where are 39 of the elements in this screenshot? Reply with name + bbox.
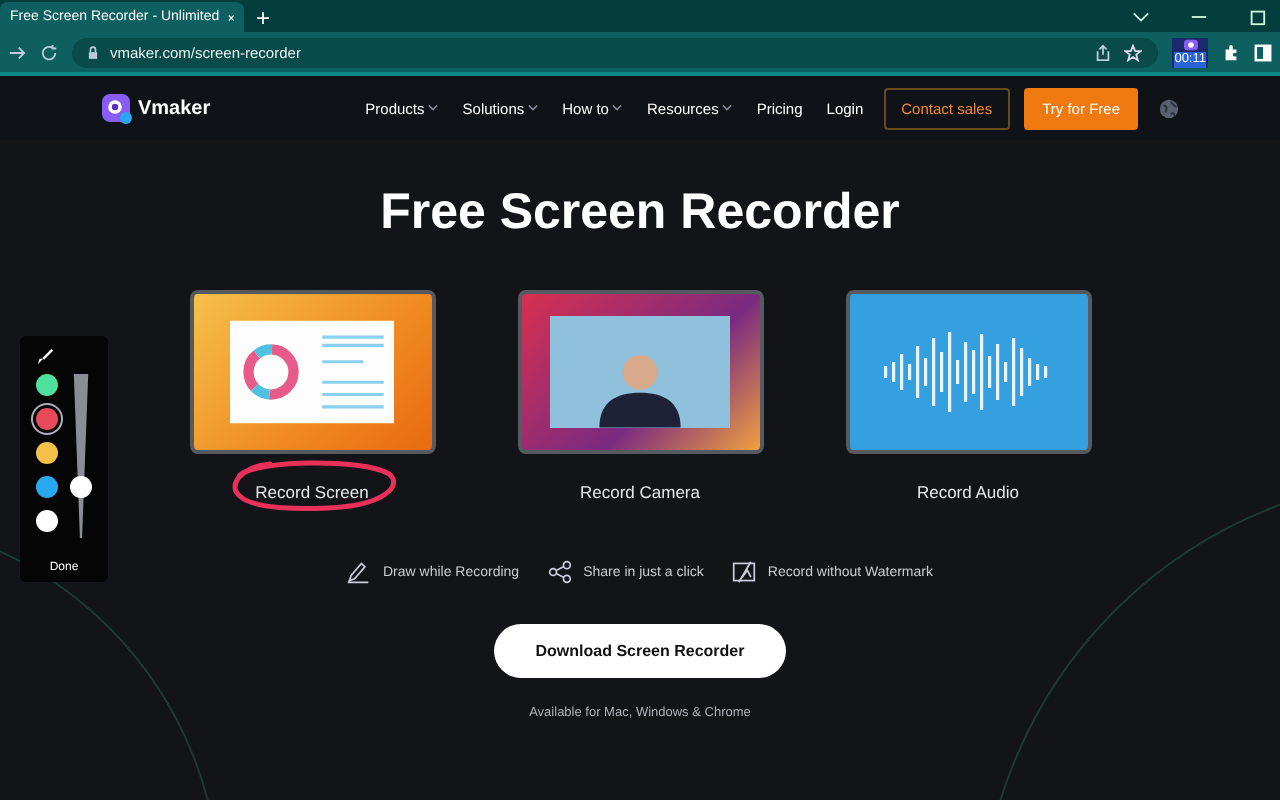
caret-icon[interactable] xyxy=(528,104,539,112)
share-icon[interactable] xyxy=(1094,43,1113,61)
color-swatch[interactable] xyxy=(36,476,58,498)
camera-icon xyxy=(1181,37,1200,51)
pen-icon xyxy=(346,560,371,584)
caret-icon[interactable] xyxy=(612,104,623,112)
brush-size-slider[interactable] xyxy=(70,374,92,538)
sidebar-icon[interactable] xyxy=(1254,43,1272,61)
globe-icon[interactable] xyxy=(1158,97,1180,119)
recorder-option-card[interactable] xyxy=(517,290,763,454)
color-swatch[interactable] xyxy=(36,510,58,532)
recorder-option-card[interactable] xyxy=(189,290,435,454)
no-watermark-icon xyxy=(731,560,756,584)
color-swatch[interactable] xyxy=(36,442,58,464)
slider-thumb[interactable] xyxy=(70,476,92,499)
caret-icon[interactable] xyxy=(722,104,733,112)
chevron-down-icon[interactable] xyxy=(1132,8,1150,26)
caret-icon[interactable] xyxy=(428,104,439,112)
lock-icon xyxy=(88,45,98,59)
download-button[interactable]: Download Screen Recorder xyxy=(494,624,786,678)
sound-wave-icon xyxy=(884,328,1052,416)
color-swatch[interactable] xyxy=(36,408,58,430)
page-title: Free Screen Recorder xyxy=(380,184,900,242)
logo-icon[interactable] xyxy=(100,92,132,124)
share-icon xyxy=(547,560,572,584)
close-icon[interactable] xyxy=(227,11,234,23)
option-label[interactable]: Record Camera xyxy=(580,482,700,502)
star-icon[interactable] xyxy=(1124,43,1143,61)
option-label[interactable]: Record Screen xyxy=(255,482,369,502)
restore-icon[interactable] xyxy=(1248,8,1266,26)
brand-name[interactable]: Vmaker xyxy=(138,97,211,119)
recorder-option-card[interactable] xyxy=(845,290,1091,454)
forward-arrow-icon[interactable] xyxy=(8,43,26,61)
puzzle-icon[interactable] xyxy=(1222,43,1240,61)
option-label[interactable]: Record Audio xyxy=(916,482,1020,502)
brush-icon[interactable] xyxy=(36,348,54,366)
new-tab-button[interactable]: + xyxy=(256,4,271,32)
reload-icon[interactable] xyxy=(40,43,58,61)
color-swatch[interactable] xyxy=(36,374,58,396)
